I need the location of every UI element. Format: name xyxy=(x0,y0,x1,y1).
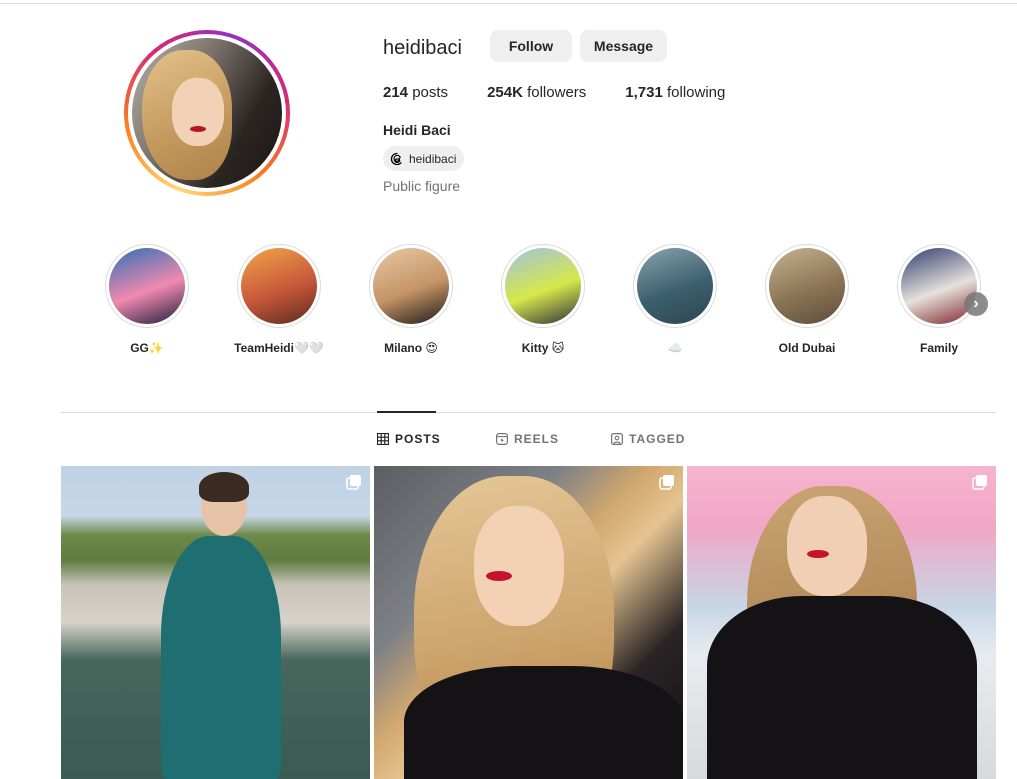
profile-full-name: Heidi Baci xyxy=(383,122,451,138)
avatar-lips xyxy=(190,126,206,132)
carousel-icon xyxy=(972,475,987,490)
highlight-cover xyxy=(109,248,185,324)
highlight-item[interactable]: ☁️ xyxy=(630,244,720,355)
post-photo-hair xyxy=(199,472,249,502)
highlight-label: Family xyxy=(919,341,958,355)
highlight-label: Kitty 🐱 xyxy=(521,341,565,355)
top-divider xyxy=(0,3,1017,4)
followers-stat[interactable]: 254K followers xyxy=(487,84,586,101)
profile-category: Public figure xyxy=(383,178,461,194)
avatar-inner xyxy=(128,34,286,192)
highlight-cover-ring xyxy=(765,244,849,328)
threads-link[interactable]: heidibaci xyxy=(383,146,465,171)
highlight-cover xyxy=(505,248,581,324)
avatar-face xyxy=(172,78,224,146)
post-thumbnail[interactable] xyxy=(61,466,370,779)
highlight-item[interactable]: TeamHeidi🤍🤍 xyxy=(234,244,324,355)
highlight-label: ☁️ xyxy=(667,341,683,355)
profile-stats: 214 posts 254K followers 1,731 following xyxy=(383,84,764,101)
post-photo-face xyxy=(787,496,867,596)
following-stat[interactable]: 1,731 following xyxy=(625,84,725,101)
highlight-cover xyxy=(637,248,713,324)
following-word: following xyxy=(662,84,726,101)
story-highlights: GG✨ TeamHeidi🤍🤍 Milano 😍 Kitty 🐱 ☁️ Old … xyxy=(100,244,1000,364)
highlight-label: Old Dubai xyxy=(778,341,836,355)
post-photo-face xyxy=(474,506,564,626)
post-thumbnail[interactable] xyxy=(687,466,996,779)
highlight-cover xyxy=(373,248,449,324)
profile-page: heidibaci Follow Message 214 posts 254K … xyxy=(0,0,1017,779)
carousel-icon xyxy=(659,475,674,490)
posts-word: posts xyxy=(408,84,449,101)
highlight-label: TeamHeidi🤍🤍 xyxy=(234,341,324,355)
post-photo-lips xyxy=(486,571,512,581)
followers-word: followers xyxy=(522,84,587,101)
post-photo-subject xyxy=(161,536,281,779)
highlight-cover-ring xyxy=(897,244,981,328)
threads-icon xyxy=(390,152,402,165)
tab-reels[interactable]: REELS xyxy=(496,432,559,446)
tabs-divider xyxy=(61,412,996,413)
tagged-icon xyxy=(611,433,623,445)
highlight-cover-ring xyxy=(501,244,585,328)
chevron-right-icon[interactable]: › xyxy=(964,292,988,316)
highlight-cover-ring xyxy=(633,244,717,328)
highlight-cover xyxy=(241,248,317,324)
avatar xyxy=(132,38,282,188)
post-photo-dress xyxy=(404,666,683,779)
active-tab-indicator xyxy=(377,411,436,413)
reels-icon xyxy=(496,433,508,445)
highlight-item[interactable]: Old Dubai xyxy=(762,244,852,355)
post-photo-lips xyxy=(807,550,829,558)
tab-tagged[interactable]: TAGGED xyxy=(611,432,685,446)
message-button[interactable]: Message xyxy=(580,30,667,62)
posts-grid xyxy=(61,466,996,779)
following-count: 1,731 xyxy=(625,84,663,101)
carousel-icon xyxy=(346,475,361,490)
highlight-label: GG✨ xyxy=(130,341,164,355)
tab-posts[interactable]: POSTS xyxy=(377,432,441,446)
highlight-item[interactable]: Milano 😍 xyxy=(366,244,456,355)
highlight-cover xyxy=(769,248,845,324)
tab-tagged-label: TAGGED xyxy=(629,432,686,446)
follow-button[interactable]: Follow xyxy=(490,30,572,62)
threads-handle: heidibaci xyxy=(409,151,457,166)
followers-count: 254K xyxy=(487,84,523,101)
tab-reels-label: REELS xyxy=(514,432,560,446)
highlight-cover-ring xyxy=(105,244,189,328)
grid-icon xyxy=(377,433,389,445)
profile-avatar-story-ring[interactable] xyxy=(124,30,290,196)
highlight-cover-ring xyxy=(369,244,453,328)
posts-stat: 214 posts xyxy=(383,84,448,101)
posts-count: 214 xyxy=(383,84,409,101)
profile-username: heidibaci xyxy=(383,37,462,59)
highlight-label: Milano 😍 xyxy=(384,341,438,355)
highlight-item[interactable]: GG✨ xyxy=(102,244,192,355)
highlight-cover xyxy=(901,248,977,324)
tab-posts-label: POSTS xyxy=(395,432,441,446)
highlight-cover-ring xyxy=(237,244,321,328)
post-photo-dress xyxy=(707,596,977,779)
highlight-item[interactable]: Kitty 🐱 xyxy=(498,244,588,355)
post-thumbnail[interactable] xyxy=(374,466,683,779)
